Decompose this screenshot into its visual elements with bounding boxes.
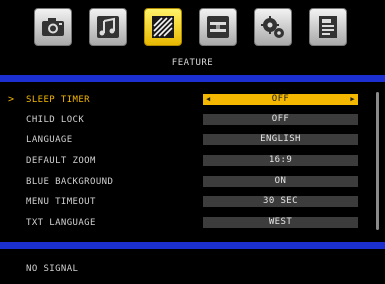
setting-value[interactable]: 30 SEC — [203, 196, 358, 207]
value-right-arrow-icon[interactable]: ▶ — [350, 94, 355, 105]
setting-value[interactable]: ◀ OFF ▶ — [203, 94, 358, 105]
setting-value[interactable]: WEST — [203, 217, 358, 228]
setting-label: SLEEP TIMER — [26, 95, 91, 105]
footer-divider-bar — [0, 242, 385, 249]
tab-sound[interactable] — [89, 8, 127, 46]
tab-feature[interactable] — [144, 8, 182, 46]
setting-label: DEFAULT ZOOM — [26, 156, 96, 166]
setting-value-text: OFF — [271, 94, 290, 104]
signal-status: NO SIGNAL — [26, 264, 79, 274]
setting-value[interactable]: 16:9 — [203, 155, 358, 166]
section-title: FEATURE — [171, 58, 214, 68]
setting-label: LANGUAGE — [26, 135, 73, 145]
cable-icon — [207, 16, 229, 38]
setting-default-zoom[interactable]: DEFAULT ZOOM 16:9 — [0, 151, 385, 171]
setting-value[interactable]: ENGLISH — [203, 134, 358, 145]
setting-menu-timeout[interactable]: MENU TIMEOUT 30 SEC — [0, 192, 385, 212]
selection-arrow-icon: > — [8, 94, 15, 105]
header-divider-bar — [0, 75, 385, 82]
setting-language[interactable]: LANGUAGE ENGLISH — [0, 130, 385, 150]
tab-setup[interactable] — [254, 8, 292, 46]
setting-value[interactable]: ON — [203, 176, 358, 187]
gears-icon — [261, 16, 284, 38]
setting-label: BLUE BACKGROUND — [26, 177, 114, 187]
setting-value[interactable]: OFF — [203, 114, 358, 125]
setting-blue-background[interactable]: BLUE BACKGROUND ON — [0, 172, 385, 192]
tv-osd-menu: FEATURE > SLEEP TIMER ◀ OFF ▶ CHILD LOCK… — [0, 0, 385, 284]
tab-guide[interactable] — [309, 8, 347, 46]
tab-connection[interactable] — [199, 8, 237, 46]
music-note-icon — [97, 16, 119, 38]
setting-sleep-timer[interactable]: > SLEEP TIMER ◀ OFF ▶ — [0, 90, 385, 110]
feature-stripes-icon — [152, 16, 174, 38]
setting-label: MENU TIMEOUT — [26, 197, 96, 207]
tab-picture[interactable] — [34, 8, 72, 46]
scrollbar[interactable] — [376, 92, 379, 230]
setting-label: CHILD LOCK — [26, 115, 85, 125]
setting-label: TXT LANGUAGE — [26, 218, 96, 228]
value-left-arrow-icon[interactable]: ◀ — [206, 94, 211, 105]
setting-txt-language[interactable]: TXT LANGUAGE WEST — [0, 213, 385, 233]
setting-child-lock[interactable]: CHILD LOCK OFF — [0, 110, 385, 130]
document-icon — [319, 16, 337, 38]
camera-icon — [42, 18, 64, 36]
